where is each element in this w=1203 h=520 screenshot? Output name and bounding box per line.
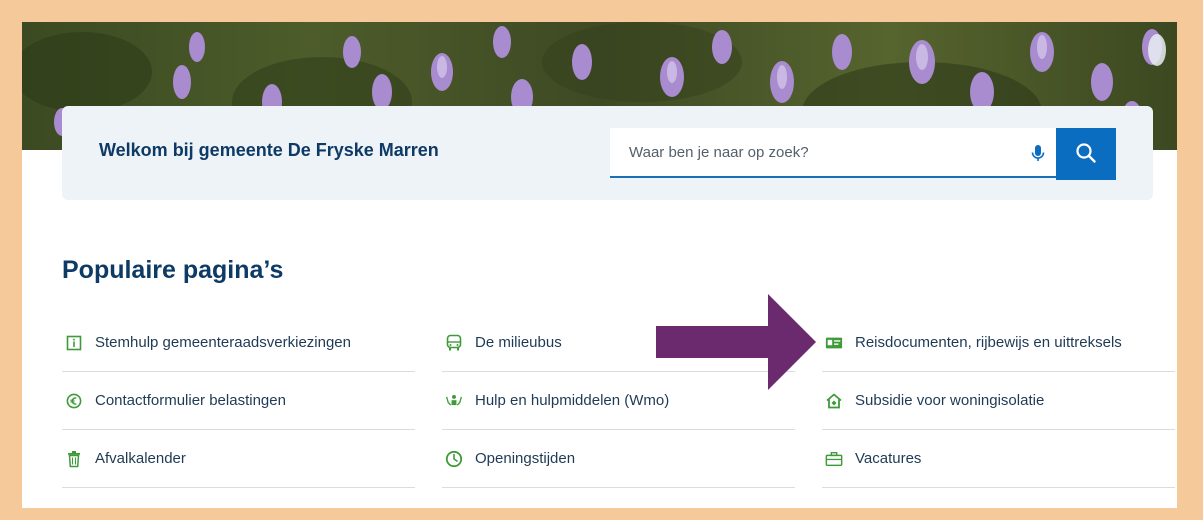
popular-link-stemhulp[interactable]: Stemhulp gemeenteraadsverkiezingen xyxy=(62,314,415,372)
popular-link-label: Subsidie voor woningisolatie xyxy=(855,392,1045,409)
welcome-title: Welkom bij gemeente De Fryske Marren xyxy=(99,140,439,160)
search-box xyxy=(610,128,1116,180)
popular-link-label: Contactformulier belastingen xyxy=(95,392,286,409)
briefcase-icon xyxy=(825,450,843,468)
welcome-card: Welkom bij gemeente De Fryske Marren xyxy=(62,106,1153,200)
popular-link-contactformulier[interactable]: Contactformulier belastingen xyxy=(62,372,415,430)
care-hands-icon xyxy=(445,392,463,410)
popular-link-woningisolatie[interactable]: Subsidie voor woningisolatie xyxy=(822,372,1175,430)
house-icon xyxy=(825,392,843,410)
microphone-icon[interactable] xyxy=(1028,143,1048,163)
popular-link-afvalkalender[interactable]: Afvalkalender xyxy=(62,430,415,488)
popular-link-label: Hulp en hulpmiddelen (Wmo) xyxy=(475,392,670,409)
popular-link-label: Reisdocumenten, rijbewijs en uittreksels xyxy=(855,334,1122,351)
purple-arrow-annotation xyxy=(656,294,816,390)
popular-link-label: Vacatures xyxy=(855,450,922,467)
search-input[interactable] xyxy=(610,128,1010,176)
popular-link-label: Openingstijden xyxy=(475,450,576,467)
bus-icon xyxy=(445,334,463,352)
popular-link-label: Afvalkalender xyxy=(95,450,186,467)
search-icon xyxy=(1075,142,1097,167)
euro-icon xyxy=(65,392,83,410)
popular-link-reisdocumenten[interactable]: Reisdocumenten, rijbewijs en uittreksels xyxy=(822,314,1175,372)
popular-link-label: De milieubus xyxy=(475,334,562,351)
popular-link-vacatures[interactable]: Vacatures xyxy=(822,430,1175,488)
search-button[interactable] xyxy=(1056,128,1116,180)
clock-icon xyxy=(445,450,463,468)
info-icon xyxy=(65,334,83,352)
id-card-icon xyxy=(825,334,843,352)
popular-link-label: Stemhulp gemeenteraadsverkiezingen xyxy=(95,334,351,351)
popular-pages-title: Populaire pagina’s xyxy=(62,256,284,284)
page-frame: Welkom bij gemeente De Fryske Marren Waa… xyxy=(22,22,1177,508)
trash-icon xyxy=(65,450,83,468)
popular-link-openingstijden[interactable]: Openingstijden xyxy=(442,430,795,488)
